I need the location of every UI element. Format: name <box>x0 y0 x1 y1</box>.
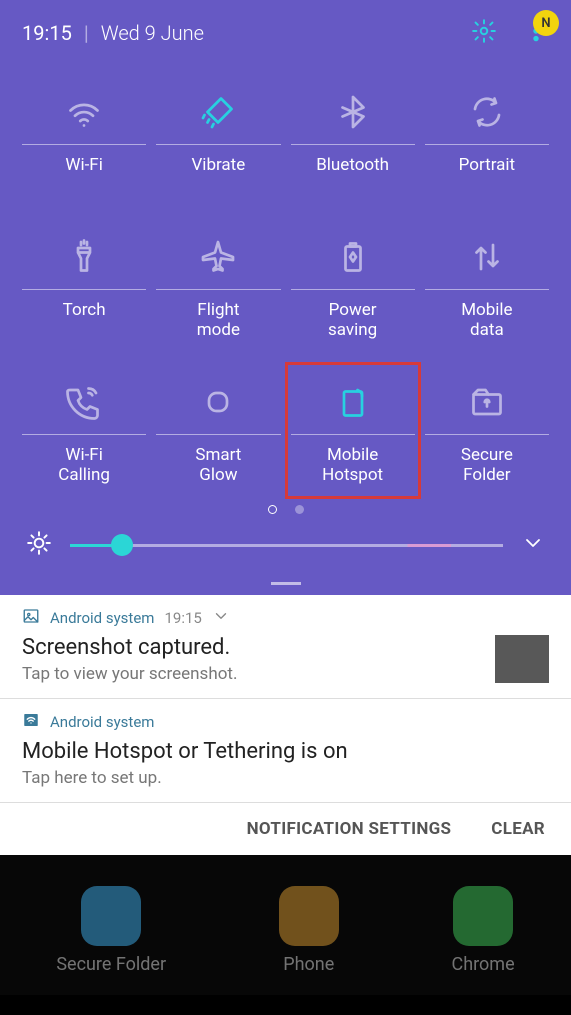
qs-tile-power[interactable]: Powersaving <box>291 227 415 354</box>
app-icon <box>81 886 141 946</box>
notif-subtitle: Tap to view your screenshot. <box>22 664 237 684</box>
app-label: Phone <box>283 954 334 975</box>
hotspot-icon <box>335 380 371 424</box>
qs-tile-flight[interactable]: Flightmode <box>156 227 280 354</box>
quick-settings-grid: Wi-Fi Vibrate Bluetooth Portrait Torch F… <box>0 58 571 499</box>
notification-settings-button[interactable]: NOTIFICATION SETTINGS <box>247 819 452 839</box>
brightness-icon[interactable] <box>26 530 52 560</box>
picture-icon <box>22 607 40 629</box>
chevron-down-icon[interactable] <box>212 607 230 629</box>
date: Wed 9 June <box>101 21 204 45</box>
qs-tile-securefolder[interactable]: SecureFolder <box>425 372 549 499</box>
qs-tile-mobiledata[interactable]: Mobiledata <box>425 227 549 354</box>
smartglow-icon <box>200 380 236 424</box>
app-label: Secure Folder <box>56 954 166 975</box>
data-arrows-icon <box>469 235 505 279</box>
qs-label: MobileHotspot <box>322 445 383 491</box>
qs-label: Mobiledata <box>461 300 512 346</box>
app-phone[interactable]: Phone <box>279 886 339 975</box>
qs-label: Powersaving <box>328 300 377 346</box>
qs-label: Wi-FiCalling <box>58 445 110 491</box>
clear-button[interactable]: CLEAR <box>491 819 545 839</box>
notif-title: Mobile Hotspot or Tethering is on <box>22 739 348 764</box>
chevron-down-icon[interactable] <box>521 531 545 559</box>
notification-actions: NOTIFICATION SETTINGS CLEAR <box>0 803 571 855</box>
settings-gear-icon[interactable] <box>471 18 497 48</box>
brightness-row <box>0 528 571 578</box>
rotate-icon <box>469 90 505 134</box>
qs-tile-wificalling[interactable]: Wi-FiCalling <box>22 372 146 499</box>
torch-icon <box>66 235 102 279</box>
brightness-slider[interactable] <box>70 544 503 547</box>
qs-label: Flightmode <box>197 300 240 346</box>
app-secure-folder[interactable]: Secure Folder <box>56 886 166 975</box>
qs-tile-vibrate[interactable]: Vibrate <box>156 82 280 209</box>
notif-title: Screenshot captured. <box>22 635 237 660</box>
page-indicator[interactable] <box>0 499 571 528</box>
homescreen: Secure Folder Phone Chrome <box>0 855 571 995</box>
wifi-small-icon <box>22 711 40 733</box>
battery-icon <box>335 235 371 279</box>
qs-tile-torch[interactable]: Torch <box>22 227 146 354</box>
app-icon <box>279 886 339 946</box>
notification[interactable]: Android system Mobile Hotspot or Tetheri… <box>0 699 571 803</box>
qs-tile-smartglow[interactable]: SmartGlow <box>156 372 280 499</box>
notification[interactable]: Android system 19:15 Screenshot captured… <box>0 595 571 699</box>
secure-folder-icon <box>469 380 505 424</box>
status-bar: 19:15 | Wed 9 June N <box>0 0 571 58</box>
app-icon <box>453 886 513 946</box>
notif-app: Android system <box>50 609 154 627</box>
airplane-icon <box>200 235 236 279</box>
qs-label: Torch <box>63 300 106 346</box>
bluetooth-icon <box>335 90 371 134</box>
panel-drag-handle[interactable] <box>0 578 571 595</box>
more-icon[interactable]: N <box>523 18 549 48</box>
qs-label: Vibrate <box>191 155 245 201</box>
qs-tile-wifi[interactable]: Wi-Fi <box>22 82 146 209</box>
app-chrome[interactable]: Chrome <box>451 886 514 975</box>
qs-tile-portrait[interactable]: Portrait <box>425 82 549 209</box>
profile-badge: N <box>533 10 559 36</box>
notif-time: 19:15 <box>164 609 201 627</box>
quick-settings-panel: 19:15 | Wed 9 June N Wi-Fi Vibrate <box>0 0 571 595</box>
notification-list: Android system 19:15 Screenshot captured… <box>0 595 571 803</box>
qs-label: Bluetooth <box>316 155 389 201</box>
qs-label: Wi-Fi <box>65 155 102 201</box>
qs-label: SmartGlow <box>195 445 241 491</box>
screenshot-thumbnail[interactable] <box>495 635 549 683</box>
clock: 19:15 <box>22 21 72 45</box>
notif-app: Android system <box>50 713 154 731</box>
wifi-icon <box>66 90 102 134</box>
qs-label: SecureFolder <box>461 445 513 491</box>
qs-label: Portrait <box>459 155 515 201</box>
app-label: Chrome <box>451 954 514 975</box>
qs-tile-hotspot[interactable]: MobileHotspot <box>291 372 415 499</box>
qs-tile-bluetooth[interactable]: Bluetooth <box>291 82 415 209</box>
vibrate-icon <box>200 90 236 134</box>
wifi-calling-icon <box>66 380 102 424</box>
slider-thumb[interactable] <box>111 534 133 556</box>
notif-subtitle: Tap here to set up. <box>22 768 348 788</box>
